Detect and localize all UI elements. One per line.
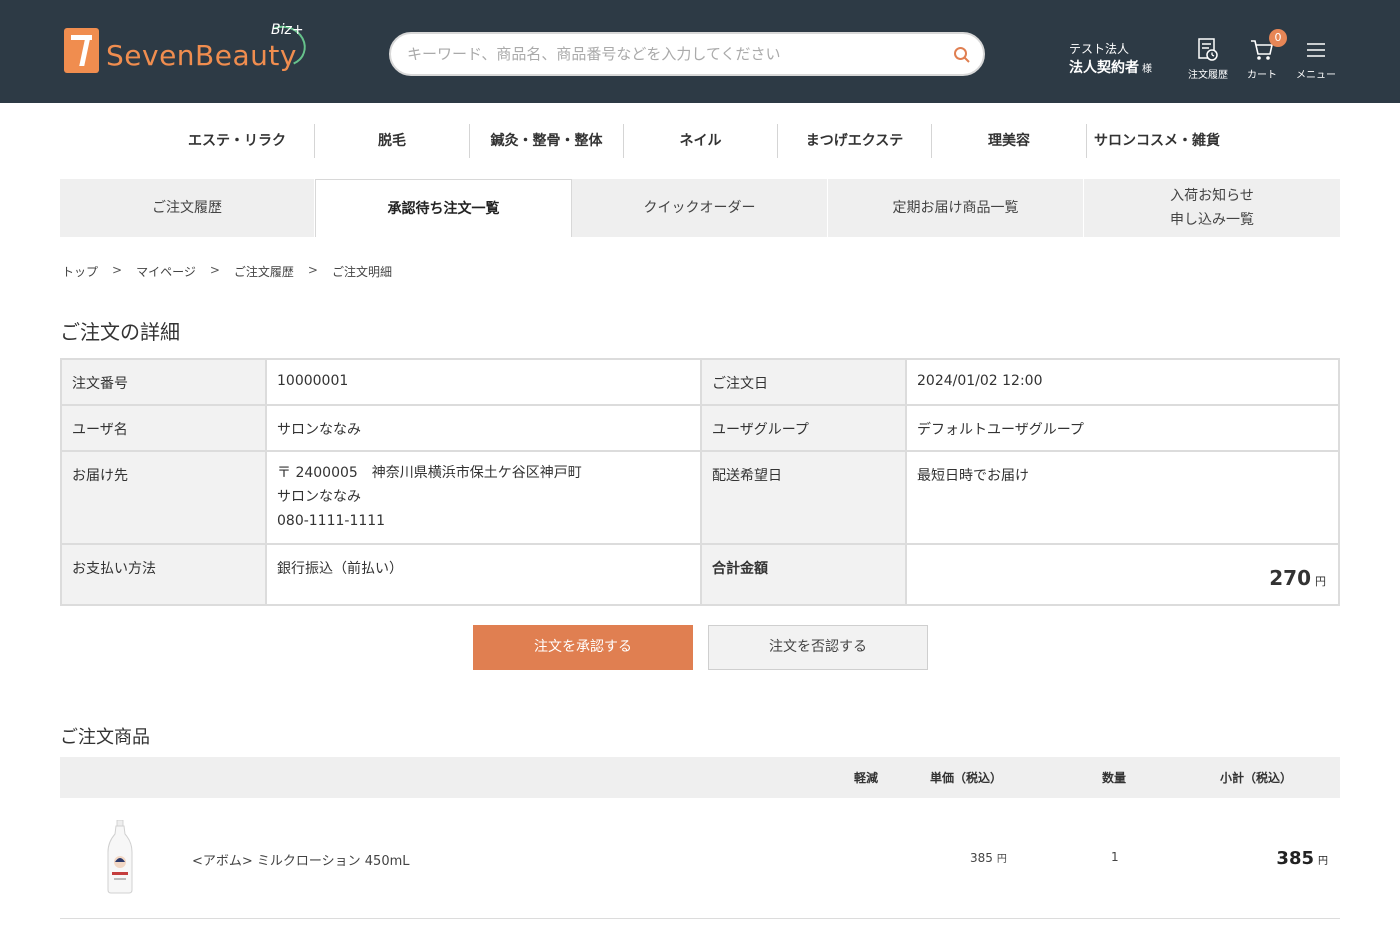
category-shinkyu[interactable]: 鍼灸・整骨・整体	[470, 124, 624, 158]
user-group-label: ユーザグループ	[700, 404, 907, 452]
user-group-value: デフォルトユーザグループ	[905, 404, 1340, 452]
category-biyou[interactable]: 理美容	[932, 124, 1087, 158]
user-info[interactable]: テスト法人 法人契約者様	[1069, 41, 1152, 81]
order-no-value: 10000001	[265, 358, 702, 406]
header-qty: 数量	[1102, 771, 1127, 785]
user-name: 法人契約者様	[1069, 60, 1152, 76]
cart-label: カート	[1247, 70, 1277, 81]
product-qty: 1	[1111, 850, 1119, 864]
products-title: ご注文商品	[60, 727, 150, 748]
user-name-value: サロンななみ	[265, 404, 702, 452]
delivery-value: 〒 2400005 神奈川県横浜市保土ケ谷区神戸町 サロンななみ 080-111…	[265, 450, 702, 545]
search-icon[interactable]	[953, 46, 971, 64]
delivery-phone: 080-1111-1111	[277, 513, 386, 529]
order-detail-table: 注文番号 10000001 ご注文日 2024/01/02 12:00 ユーザ名…	[60, 358, 1340, 606]
site-logo[interactable]: SevenBeauty Biz+	[64, 19, 312, 73]
category-nav: エステ・リラク 脱毛 鍼灸・整骨・整体 ネイル まつげエクステ 理美容 サロンコ…	[160, 124, 1227, 158]
breadcrumb-mypage[interactable]: マイページ	[136, 263, 196, 280]
delivery-date-value: 最短日時でお届け	[905, 450, 1340, 545]
tab-subscription[interactable]: 定期お届け商品一覧	[828, 179, 1084, 237]
mypage-tabs: ご注文履歴 承認待ち注文一覧 クイックオーダー 定期お届け商品一覧 入荷お知らせ…	[60, 179, 1340, 237]
user-name-label: ユーザ名	[60, 404, 267, 452]
payment-label: お支払い方法	[60, 543, 267, 606]
tab-quick-order[interactable]: クイックオーダー	[572, 179, 828, 237]
category-eyelash[interactable]: まつげエクステ	[778, 124, 932, 158]
breadcrumb-top[interactable]: トップ	[62, 263, 98, 280]
breadcrumb-order-history[interactable]: ご注文履歴	[234, 263, 294, 280]
chevron-right-icon: >	[307, 263, 318, 277]
table-row: <アボム> ミルクローション 450mL 385 円 1 385 円	[60, 798, 1340, 919]
breadcrumb-order-detail: ご注文明細	[331, 265, 392, 279]
chevron-right-icon: >	[209, 263, 220, 277]
category-cosme[interactable]: サロンコスメ・雑貨	[1087, 124, 1227, 158]
cart-link[interactable]: 0 カート	[1247, 29, 1287, 81]
delivery-address: 〒 2400005 神奈川県横浜市保土ケ谷区神戸町	[277, 465, 582, 481]
order-history-icon	[1198, 38, 1218, 61]
logo-mark-icon	[64, 28, 99, 73]
search-input[interactable]	[407, 34, 927, 74]
chevron-right-icon: >	[112, 263, 123, 277]
menu-button[interactable]: メニュー	[1296, 38, 1336, 81]
order-date-value: 2024/01/02 12:00	[905, 358, 1340, 406]
header-unit-price: 単価（税込）	[930, 771, 1003, 785]
product-name-link[interactable]: <アボム> ミルクローション 450mL	[192, 850, 410, 869]
cart-count-badge: 0	[1269, 29, 1287, 47]
products-table-header: 軽減 単価（税込） 数量 小計（税込）	[60, 757, 1340, 798]
delivery-label: お届け先	[60, 450, 267, 545]
hamburger-menu-icon	[1307, 43, 1325, 57]
header-reduced: 軽減	[854, 771, 879, 785]
user-company: テスト法人	[1069, 42, 1130, 56]
approve-order-button[interactable]: 注文を承認する	[473, 625, 693, 670]
search-box	[389, 32, 985, 76]
product-thumbnail[interactable]	[106, 820, 134, 894]
product-subtotal: 385 円	[1276, 848, 1328, 869]
tab-restock-notice[interactable]: 入荷お知らせ 申し込み一覧	[1084, 179, 1340, 237]
order-date-label: ご注文日	[700, 358, 907, 406]
site-header: SevenBeauty Biz+ テスト法人 法人契約者様 注文履歴	[0, 0, 1400, 103]
total-label: 合計金額	[700, 543, 907, 606]
reject-order-button[interactable]: 注文を否認する	[708, 625, 928, 670]
total-amount: 270 円	[1269, 566, 1326, 590]
product-unit-price: 385 円	[970, 851, 1007, 865]
tab-order-history[interactable]: ご注文履歴	[60, 179, 315, 237]
menu-label: メニュー	[1296, 70, 1336, 81]
tab-pending-approval[interactable]: 承認待ち注文一覧	[315, 179, 572, 237]
category-nail[interactable]: ネイル	[624, 124, 778, 158]
total-value: 270 円	[905, 543, 1340, 606]
order-history-link[interactable]: 注文履歴	[1188, 38, 1228, 81]
order-no-label: 注文番号	[60, 358, 267, 406]
category-esthe[interactable]: エステ・リラク	[160, 124, 315, 158]
header-subtotal: 小計（税込）	[1220, 771, 1293, 785]
order-history-label: 注文履歴	[1188, 70, 1228, 81]
delivery-name: サロンななみ	[277, 489, 361, 505]
payment-value: 銀行振込（前払い）	[265, 543, 702, 606]
breadcrumb: トップ > マイページ > ご注文履歴 > ご注文明細	[62, 263, 392, 280]
category-datsumo[interactable]: 脱毛	[315, 124, 470, 158]
logo-suffix: Biz+	[271, 22, 304, 38]
delivery-date-label: 配送希望日	[700, 450, 907, 545]
order-detail-title: ご注文の詳細	[60, 320, 180, 344]
